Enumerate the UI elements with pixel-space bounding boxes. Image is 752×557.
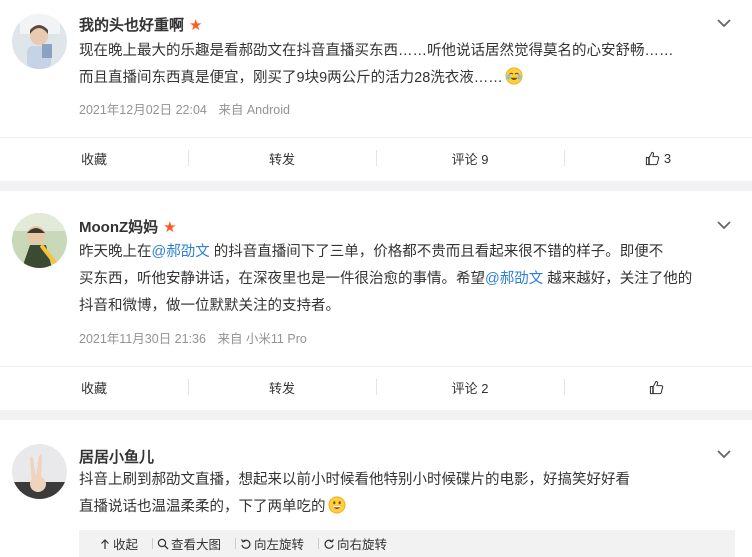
post-content: 抖音上刷到郝劭文直播，想起来以前小时候看他特别小时候碟片的电影，好搞笑好好看 直… [79,467,729,521]
like-count: 3 [663,150,672,166]
comment-button[interactable]: 评论 9 [376,138,564,178]
author-name[interactable]: 居居小鱼儿 [79,446,154,467]
rotate-right-label: 向右旋转 [337,538,388,552]
collect-label: 收藏 [80,151,107,167]
avatar[interactable] [12,444,67,499]
view-large-button[interactable]: 查看大图 [157,534,221,553]
content-line-text: 而且直播间东西真是便宜，刚买了9块9两公斤的活力28洗衣液…… [79,70,503,86]
content-line: 抖音和微博，做一位默默关注的支持者。 [79,298,340,314]
post-source: 来自 Android [218,103,290,117]
content-text: 买东西，听他安静讲话，在深夜里也是一件很治愈的事情。希望 [79,271,485,287]
comment-label: 评论 9 [451,151,489,167]
image-toolbar: 收起 查看大图 向左旋转 向右旋转 [79,530,735,557]
rotate-left-button[interactable]: 向左旋转 [240,534,304,553]
comment-label: 评论 2 [451,380,489,396]
post-content: 昨天晚上在@郝劭文 的抖音直播间下了三单，价格都不贵而且看起来很不错的样子。即便… [79,239,729,320]
repost-label: 转发 [268,380,295,396]
toolbar-separator [235,538,237,549]
post-card-1: 我的头也好重啊 ★ 现在晚上最大的乐趣是看郝劭文在抖音直播买东西……听他说话居然… [0,0,752,181]
content-line: 现在晚上最大的乐趣是看郝劭文在抖音直播买东西……听他说话居然觉得莫名的心安舒畅…… [79,43,674,59]
post-date[interactable]: 2021年12月02日 22:04 [79,103,207,117]
collect-label: 收藏 [80,380,107,396]
arrow-up-icon [101,538,109,549]
content-text: 的抖音直播间下了三单，价格都不贵而且看起来很不错的样子。即便不 [209,244,664,260]
collect-button[interactable]: 收藏 [0,138,188,178]
repost-label: 转发 [268,151,295,167]
post-meta: 2021年12月02日 22:04 来自 Android [79,99,290,118]
author-name[interactable]: 我的头也好重啊 ★ [79,14,202,35]
collapse-button[interactable]: 收起 [99,534,138,553]
toolbar-separator [318,538,320,549]
content-line-text: 直播说话也温温柔柔的，下了两单吃的 [79,499,326,515]
content-text: 越来越好，关注了他的 [543,271,693,287]
like-button[interactable] [564,367,752,407]
crying-laughing-emoji-icon [505,67,523,85]
content-line: 昨天晚上在@郝劭文 的抖音直播间下了三单，价格都不贵而且看起来很不错的样子。即便… [79,239,729,266]
collapse-label: 收起 [113,538,139,552]
view-large-label: 查看大图 [171,538,222,552]
toolbar-separator [152,538,154,549]
content-line: 而且直播间东西真是便宜，刚买了9块9两公斤的活力28洗衣液…… [79,65,729,92]
avatar[interactable] [12,213,67,268]
rotate-left-icon [241,538,251,549]
rotate-right-icon [324,538,335,549]
author-name-text[interactable]: 我的头也好重啊 [79,14,184,35]
content-text: 昨天晚上在 [79,244,152,260]
magnifier-icon [157,538,169,549]
author-name[interactable]: MoonZ妈妈 ★ [79,216,177,237]
author-name-text[interactable]: MoonZ妈妈 [79,216,158,237]
thumbs-up-icon [649,380,663,394]
comment-button[interactable]: 评论 2 [376,367,564,407]
content-line: 抖音上刷到郝劭文直播，想起来以前小时候看他特别小时候碟片的电影，好搞笑好好看 [79,472,630,488]
action-bar: 收藏 转发 评论 9 3 [0,138,752,178]
like-button[interactable]: 3 [564,138,752,178]
action-bar: 收藏 转发 评论 2 [0,367,752,407]
post-card-2: MoonZ妈妈 ★ 昨天晚上在@郝劭文 的抖音直播间下了三单，价格都不贵而且看起… [0,191,752,410]
repost-button[interactable]: 转发 [188,367,376,407]
author-name-text[interactable]: 居居小鱼儿 [79,446,154,467]
avatar[interactable] [12,14,67,69]
post-card-3: 居居小鱼儿 抖音上刷到郝劭文直播，想起来以前小时候看他特别小时候碟片的电影，好搞… [0,420,752,557]
chevron-down-icon[interactable] [716,446,732,462]
chevron-down-icon[interactable] [716,15,732,31]
mention-link[interactable]: @郝劭文 [152,244,210,260]
repost-button[interactable]: 转发 [188,138,376,178]
rotate-left-label: 向左旋转 [254,538,305,552]
mention-link[interactable]: @郝劭文 [485,271,543,287]
chevron-down-icon[interactable] [716,217,732,233]
star-badge-icon: ★ [163,218,177,236]
rotate-right-button[interactable]: 向右旋转 [323,534,387,553]
star-badge-icon: ★ [189,16,203,34]
collect-button[interactable]: 收藏 [0,367,188,407]
post-content: 现在晚上最大的乐趣是看郝劭文在抖音直播买东西……听他说话居然觉得莫名的心安舒畅…… [79,38,729,92]
thumbs-up-icon [645,151,660,165]
content-line: 买东西，听他安静讲话，在深夜里也是一件很治愈的事情。希望@郝劭文 越来越好，关注… [79,266,729,293]
grinning-emoji-icon [328,496,345,514]
content-line: 直播说话也温温柔柔的，下了两单吃的 [79,494,729,521]
post-meta: 2021年11月30日 21:36 来自 小米11 Pro [79,328,307,347]
post-date[interactable]: 2021年11月30日 21:36 [79,332,206,346]
post-source: 来自 小米11 Pro [217,332,307,346]
